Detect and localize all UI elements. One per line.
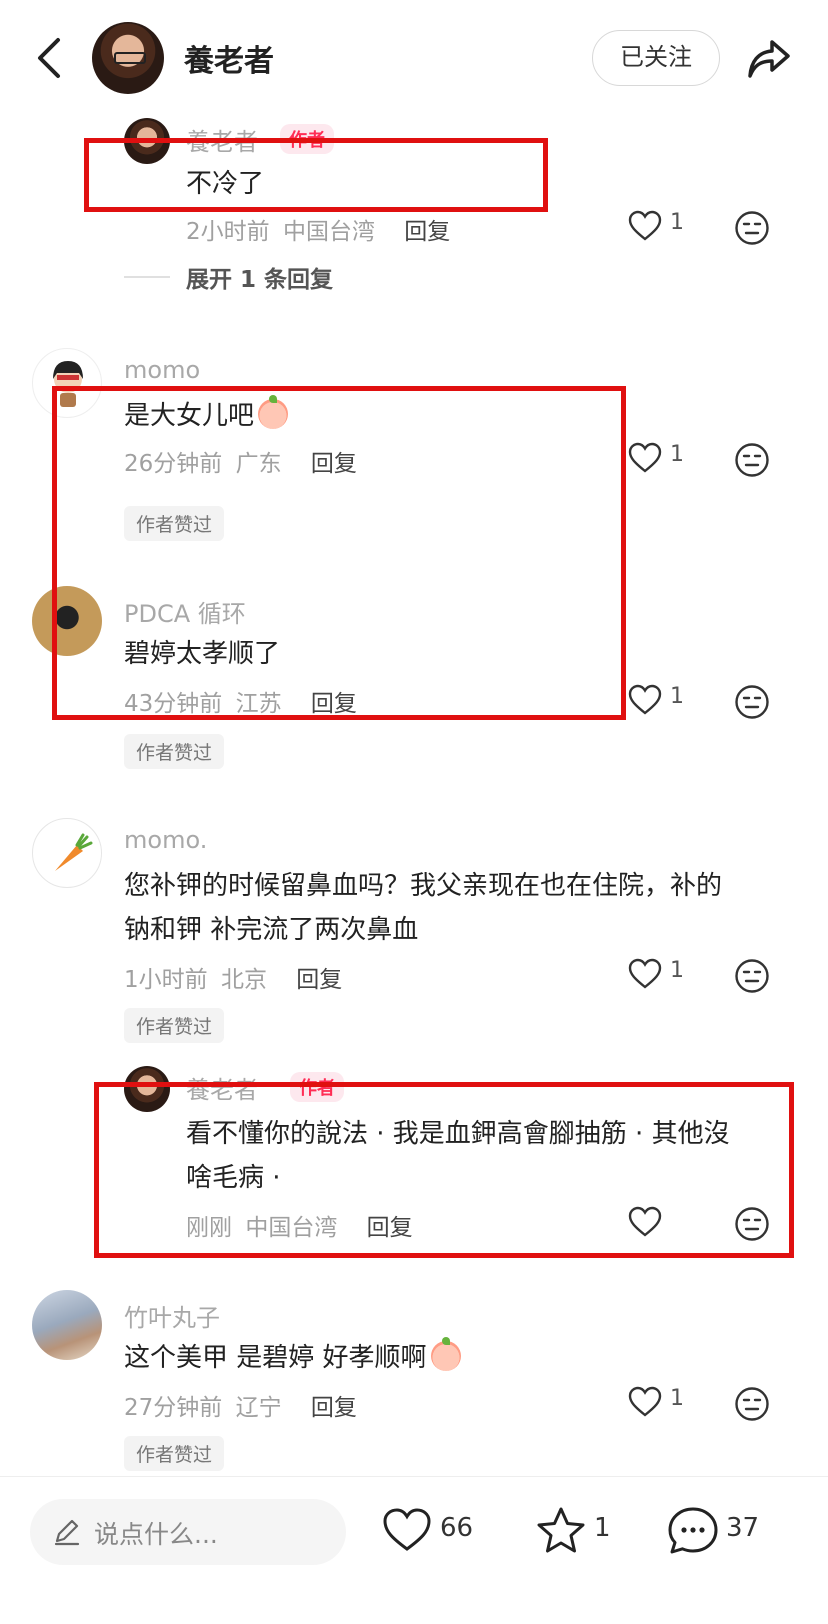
post-comment-count: 37: [726, 1513, 760, 1543]
author-liked-tag: 作者赞过: [124, 506, 225, 541]
reply-button[interactable]: 回复: [311, 451, 357, 477]
bottom-action-bar: 说点什么... 66 1 37: [0, 1476, 828, 1624]
comment-meta: 27分钟前 辽宁 回复: [124, 1388, 357, 1422]
divider: [124, 276, 170, 278]
reply-button[interactable]: 回复: [404, 219, 450, 245]
reply-button[interactable]: 回复: [296, 967, 342, 993]
comment-text-line[interactable]: 看不懂你的說法 · 我是血鉀高會腳抽筋 · 其他沒: [186, 1112, 730, 1156]
like-count: 1: [670, 1386, 684, 1411]
avatar[interactable]: [32, 348, 102, 418]
heart-icon[interactable]: [628, 442, 662, 474]
comment-meta: 2小时前 中国台湾 回复: [186, 212, 450, 246]
comment-location: 辽宁: [235, 1395, 282, 1421]
heart-icon[interactable]: [628, 958, 662, 990]
comment-meta: 26分钟前 广东 回复: [124, 444, 357, 478]
follow-button[interactable]: 已关注: [592, 30, 720, 86]
reply-button[interactable]: 回复: [311, 1395, 357, 1421]
comment-time: 刚刚: [186, 1215, 232, 1241]
comment-time: 26分钟前: [124, 451, 223, 477]
like-count: 1: [670, 684, 684, 709]
comment-username[interactable]: 養老者: [186, 122, 258, 157]
peach-emoji-icon: [430, 1337, 461, 1371]
comment-text-line[interactable]: 啥毛病 ·: [186, 1156, 281, 1200]
carrot-icon: [55, 833, 93, 871]
like-count: 1: [670, 442, 684, 467]
comment-text-content: 是大女儿吧: [124, 401, 255, 431]
avatar[interactable]: [32, 818, 102, 888]
comment-location: 中国台湾: [282, 219, 375, 245]
avatar[interactable]: [124, 1066, 170, 1112]
author-liked-tag: 作者赞过: [124, 1008, 225, 1043]
comment-username[interactable]: momo: [124, 356, 200, 384]
comment-time: 2小时前: [186, 219, 270, 245]
heart-icon[interactable]: [628, 684, 662, 716]
comment-text-line[interactable]: 您补钾的时候留鼻血吗？我父亲现在也在住院，补的: [124, 864, 722, 908]
comment-location: 广东: [235, 451, 282, 477]
comment-username[interactable]: 養老者: [186, 1070, 258, 1105]
comment-username[interactable]: 竹叶丸子: [124, 1298, 220, 1333]
comment-location: 北京: [220, 967, 267, 993]
comment-input[interactable]: 说点什么...: [30, 1499, 346, 1565]
avatar[interactable]: [124, 118, 170, 164]
comment-text[interactable]: 这个美甲 是碧婷 好孝顺啊: [124, 1336, 461, 1380]
heart-icon[interactable]: [628, 1206, 662, 1238]
author-badge: 作者: [280, 124, 334, 154]
emoji-face-icon[interactable]: [734, 210, 770, 246]
page-title[interactable]: 養老者: [184, 36, 274, 80]
expand-replies-link[interactable]: 展开 1 条回复: [186, 260, 333, 294]
comment-text-line[interactable]: 钠和钾 补完流了两次鼻血: [124, 908, 418, 952]
comment-meta: 43分钟前 江苏 回复: [124, 684, 357, 718]
cartoon-girl-icon: [53, 361, 83, 407]
reply-button[interactable]: 回复: [311, 691, 357, 717]
chevron-left-icon[interactable]: [34, 36, 64, 80]
comment-location: 江苏: [235, 691, 282, 717]
comment-time: 27分钟前: [124, 1395, 223, 1421]
emoji-face-icon[interactable]: [734, 684, 770, 720]
like-count: 1: [670, 958, 684, 983]
emoji-face-icon[interactable]: [734, 442, 770, 478]
share-arrow-icon[interactable]: [746, 36, 792, 80]
comment-bubble-icon[interactable]: [666, 1505, 720, 1557]
author-avatar[interactable]: [92, 22, 164, 94]
pencil-icon: [54, 1519, 80, 1546]
comment-text-content: 这个美甲 是碧婷 好孝顺啊: [124, 1343, 427, 1373]
star-icon[interactable]: [534, 1505, 588, 1557]
emoji-face-icon[interactable]: [734, 1206, 770, 1242]
post-like-count: 66: [440, 1513, 474, 1543]
comment-username[interactable]: PDCA 循环: [124, 594, 246, 629]
author-liked-tag: 作者赞过: [124, 1436, 225, 1471]
comment-meta: 1小时前 北京 回复: [124, 960, 342, 994]
heart-icon[interactable]: [628, 210, 662, 242]
comment-meta: 刚刚 中国台湾 回复: [186, 1208, 413, 1242]
avatar[interactable]: [32, 586, 102, 656]
peach-emoji-icon: [258, 395, 289, 429]
author-liked-tag: 作者赞过: [124, 734, 225, 769]
author-badge: 作者: [290, 1072, 344, 1102]
emoji-face-icon[interactable]: [734, 1386, 770, 1422]
like-count: 1: [670, 210, 684, 235]
comment-input-placeholder: 说点什么...: [94, 1520, 218, 1549]
comment-time: 1小时前: [124, 967, 208, 993]
comment-location: 中国台湾: [245, 1215, 338, 1241]
reply-button[interactable]: 回复: [367, 1215, 413, 1241]
emoji-face-icon[interactable]: [734, 958, 770, 994]
comment-text[interactable]: 是大女儿吧: [124, 394, 289, 438]
comment-text[interactable]: 不冷了: [186, 162, 264, 206]
comment-text[interactable]: 碧婷太孝顺了: [124, 632, 280, 676]
heart-icon[interactable]: [628, 1386, 662, 1418]
top-bar: 養老者 已关注: [0, 0, 828, 116]
comment-username[interactable]: momo.: [124, 826, 207, 854]
heart-icon[interactable]: [382, 1507, 432, 1553]
avatar[interactable]: [32, 1290, 102, 1360]
post-favorite-count: 1: [594, 1513, 611, 1543]
comment-time: 43分钟前: [124, 691, 223, 717]
